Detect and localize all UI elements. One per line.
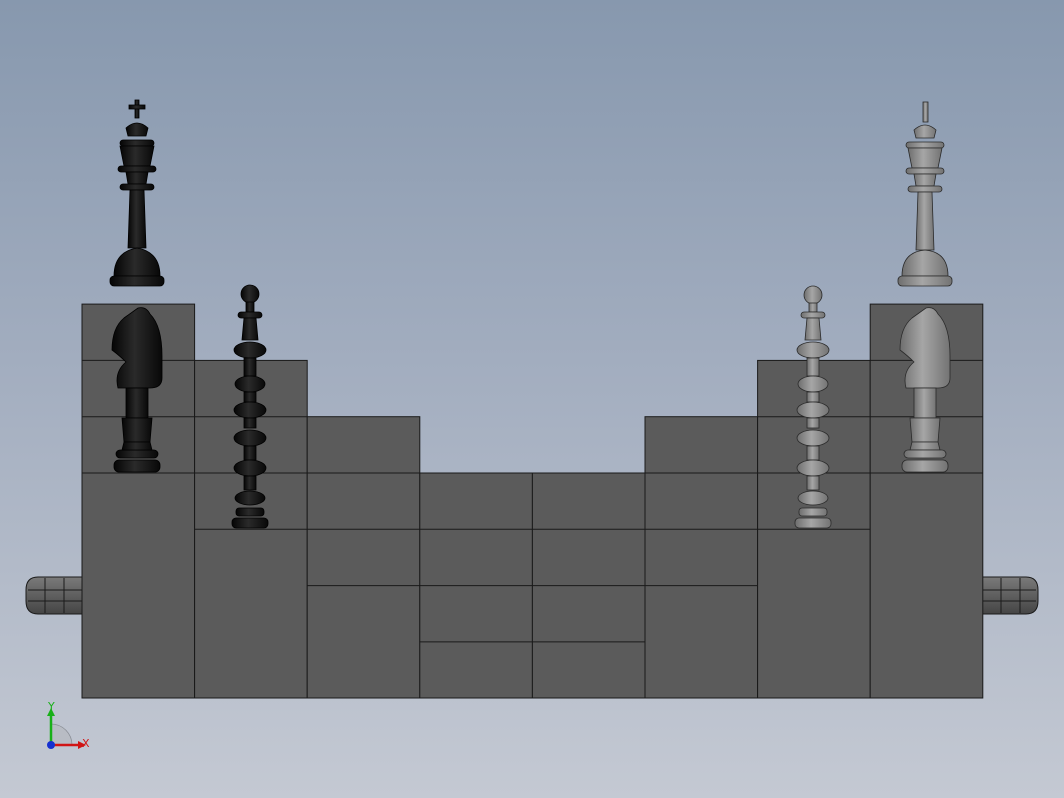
block-column[interactable]: [306, 416, 421, 699]
model-viewport[interactable]: X Y: [0, 0, 1064, 798]
y-axis-label: Y: [47, 700, 55, 713]
block-column[interactable]: [644, 416, 759, 699]
right-end-knob[interactable]: [981, 576, 1039, 615]
coordinate-triad-icon: X Y: [47, 700, 90, 750]
cad-scene[interactable]: X Y: [0, 0, 1064, 798]
left-end-knob[interactable]: [25, 576, 83, 615]
white-king-piece[interactable]: [897, 101, 953, 287]
black-king-piece[interactable]: [109, 99, 165, 287]
x-axis-label: X: [82, 737, 90, 750]
stepped-block-body[interactable]: [81, 303, 984, 699]
